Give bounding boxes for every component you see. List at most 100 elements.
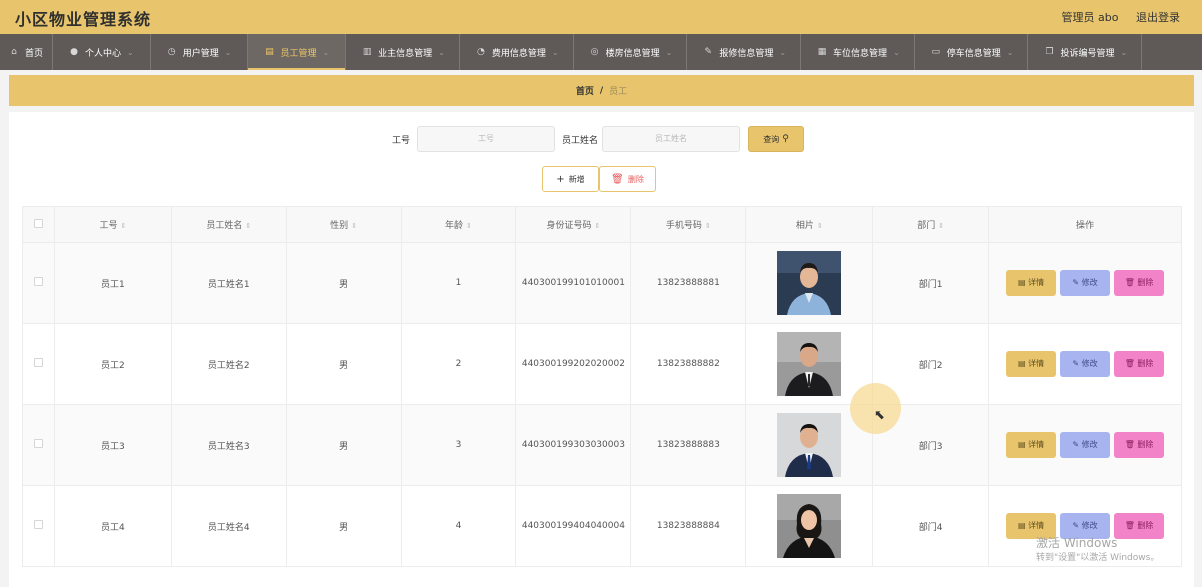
edit-label: 修改 <box>1081 359 1098 368</box>
nav-item-complaint-management[interactable]: ❐ 投诉编号管理 ⌄ <box>1028 34 1143 70</box>
employee-name-label: 员工姓名 <box>562 136 599 146</box>
breadcrumb-separator: / <box>599 85 604 96</box>
detail-button[interactable]: ▤ 详情 <box>1006 351 1057 377</box>
nav-item-user-management[interactable]: ◷ 用户管理 ⌄ <box>151 34 249 70</box>
cell-name: 员工姓名3 <box>170 404 287 486</box>
add-button[interactable]: + 新增 <box>542 166 599 192</box>
nav-item-label: 用户管理 <box>182 48 219 59</box>
select-all-checkbox[interactable] <box>33 218 43 228</box>
sort-icon: ⇕ <box>120 222 127 230</box>
nav-item-personal-center[interactable]: ● 个人中心 ⌄ <box>53 34 151 70</box>
cell-photo <box>745 485 874 567</box>
employee-id-label: 工号 <box>392 136 411 146</box>
column-header-label: 年龄 <box>445 221 464 231</box>
table-row: 员工2 员工姓名2 男 2 440300199202020002 1382388… <box>22 323 1182 405</box>
delete-label: 删除 <box>1137 278 1154 287</box>
row-checkbox[interactable] <box>33 277 43 286</box>
query-button[interactable]: 查询 ⚲ <box>748 126 804 152</box>
nav-item-owner-management[interactable]: ▥ 业主信息管理 ⌄ <box>346 34 460 70</box>
pencil-icon: ✎ <box>1072 521 1082 530</box>
column-header-phone[interactable]: 手机号码 ⇕ <box>630 206 747 243</box>
detail-label: 详情 <box>1028 440 1045 449</box>
cell-phone: 13823888882 <box>630 323 747 405</box>
cell-age: 2 <box>400 323 517 405</box>
row-checkbox[interactable] <box>33 358 43 367</box>
chevron-down-icon: ⌄ <box>551 47 559 57</box>
cell-photo <box>745 242 874 324</box>
delete-button[interactable]: 🗑 删除 <box>1114 351 1165 377</box>
cell-age: 4 <box>400 485 517 567</box>
edit-button[interactable]: ✎ 修改 <box>1060 432 1111 458</box>
breadcrumb: 首页 / 员工 <box>9 75 1194 106</box>
cell-phone: 13823888884 <box>630 485 747 567</box>
add-button-label: 新增 <box>568 174 585 184</box>
detail-icon: ▤ <box>1017 278 1029 287</box>
table-row: 员工3 员工姓名3 男 3 440300199303030003 1382388… <box>22 404 1182 486</box>
search-form: 工号 工号 员工姓名 员工姓名 查询 ⚲ <box>9 126 1194 152</box>
top-header: 小区物业管理系统 管理员 abo 退出登录 <box>0 0 1202 34</box>
grid-icon: ▦ <box>817 47 827 57</box>
nav-item-fee-management[interactable]: ◔ 费用信息管理 ⌄ <box>460 34 574 70</box>
row-checkbox[interactable] <box>33 439 43 448</box>
column-header-age[interactable]: 年龄 ⇕ <box>400 206 517 243</box>
row-checkbox[interactable] <box>33 520 43 529</box>
employee-photo[interactable] <box>777 494 842 558</box>
copy-icon: ❐ <box>1045 47 1054 57</box>
delete-button[interactable]: 🗑 删除 <box>1114 270 1165 296</box>
edit-button[interactable]: ✎ 修改 <box>1060 270 1111 296</box>
cell-phone: 13823888881 <box>630 242 747 324</box>
edit-label: 修改 <box>1081 521 1098 530</box>
batch-delete-button[interactable]: 🗑 删除 <box>599 166 656 192</box>
employee-photo[interactable] <box>777 251 842 315</box>
cell-gender: 男 <box>285 242 402 324</box>
chart-icon: ▥ <box>362 47 372 57</box>
nav-item-home[interactable]: ⌂ 首页 <box>0 34 54 70</box>
breadcrumb-current: 员工 <box>609 87 628 97</box>
row-select-cell <box>22 485 55 567</box>
nav-item-building-management[interactable]: ◎ 楼房信息管理 ⌄ <box>574 34 688 70</box>
nav-item-label: 个人中心 <box>85 48 122 59</box>
column-header-label: 手机号码 <box>665 221 702 231</box>
delete-button[interactable]: 🗑 删除 <box>1114 513 1165 539</box>
search-icon: ⚲ <box>782 134 789 144</box>
activation-watermark: 激活 Windows <box>1036 536 1118 550</box>
admin-user-label[interactable]: 管理员 abo <box>1062 11 1119 24</box>
delete-button[interactable]: 🗑 删除 <box>1114 432 1165 458</box>
employee-photo[interactable] <box>777 332 842 396</box>
column-header-gender[interactable]: 性别 ⇕ <box>285 206 402 243</box>
select-all-cell <box>22 206 55 243</box>
monitor-icon: ▭ <box>931 47 941 57</box>
cell-gender: 男 <box>285 485 402 567</box>
breadcrumb-home[interactable]: 首页 <box>576 84 594 97</box>
detail-button[interactable]: ▤ 详情 <box>1006 270 1057 296</box>
cell-id: 员工3 <box>53 404 172 486</box>
logout-link[interactable]: 退出登录 <box>1136 11 1180 24</box>
user-area: 管理员 abo 退出登录 <box>1048 9 1180 25</box>
detail-icon: ▤ <box>1017 359 1029 368</box>
column-header-idcard[interactable]: 身份证号码 ⇕ <box>515 206 632 243</box>
cell-actions: ▤ 详情 ✎ 修改 🗑 删除 <box>988 404 1182 486</box>
nav-item-parking-info-management[interactable]: ▭ 停车信息管理 ⌄ <box>915 34 1029 70</box>
nav-item-employee-management[interactable]: ▤ 员工管理 ⌄ <box>248 34 347 70</box>
employee-name-input[interactable]: 员工姓名 <box>602 126 740 152</box>
nav-item-label: 首页 <box>25 48 44 59</box>
column-header-photo[interactable]: 相片 ⇕ <box>745 206 874 243</box>
nav-item-label: 业主信息管理 <box>378 48 433 59</box>
sort-icon: ⇕ <box>466 222 472 230</box>
nav-item-repair-management[interactable]: ✎ 报修信息管理 ⌄ <box>687 34 802 70</box>
edit-button[interactable]: ✎ 修改 <box>1060 351 1111 377</box>
column-header-id[interactable]: 工号 ⇕ <box>53 206 172 243</box>
cell-gender: 男 <box>285 323 402 405</box>
sort-icon: ⇕ <box>938 222 945 230</box>
detail-icon: ▤ <box>1017 440 1029 449</box>
edit-label: 修改 <box>1081 278 1098 287</box>
cell-phone: 13823888883 <box>630 404 747 486</box>
employee-id-input[interactable]: 工号 <box>417 126 555 152</box>
detail-button[interactable]: ▤ 详情 <box>1006 432 1057 458</box>
column-header-dept[interactable]: 部门 ⇕ <box>872 206 990 243</box>
chevron-down-icon: ⌄ <box>665 47 673 57</box>
employee-photo[interactable] <box>777 413 842 477</box>
nav-item-parking-space-management[interactable]: ▦ 车位信息管理 ⌄ <box>801 34 915 70</box>
activation-watermark-hint: 转到"设置"以激活 Windows。 <box>1036 553 1160 563</box>
column-header-name[interactable]: 员工姓名 ⇕ <box>170 206 287 243</box>
